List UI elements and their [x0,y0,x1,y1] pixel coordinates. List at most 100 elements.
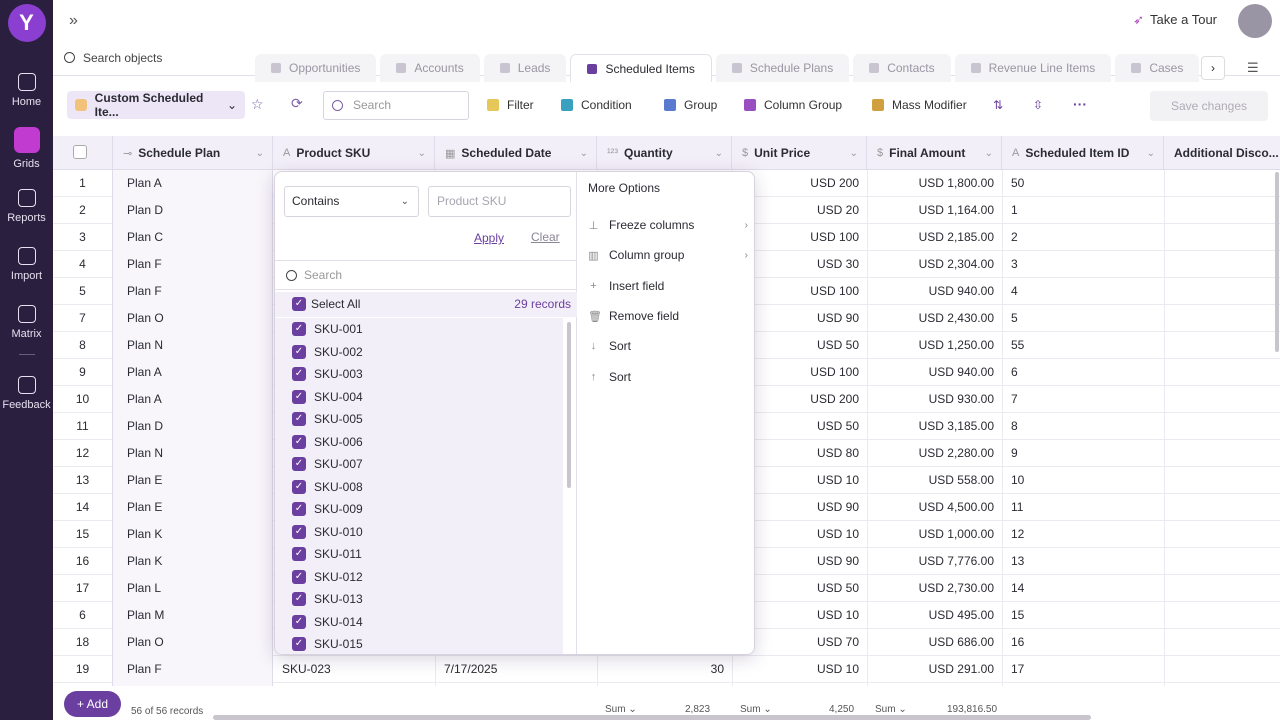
checkbox-checked-icon[interactable]: ✓ [292,322,306,336]
scheduled-item-id-cell[interactable]: 12 [1002,521,1164,548]
column-header-scheduled-item-id[interactable]: A Scheduled Item ID ⌄ [1002,136,1164,170]
chevron-down-icon[interactable]: ⌄ [715,148,723,159]
schedule-plan-cell[interactable]: Plan K [112,521,273,548]
column-group-button[interactable]: Column Group [744,98,842,112]
final-amount-cell[interactable]: USD 1,164.00 [867,197,1002,224]
final-amount-cell[interactable]: USD 2,185.00 [867,224,1002,251]
value-option[interactable]: ✓ SKU-002 [275,340,563,363]
vertical-scrollbar[interactable] [1275,172,1279,352]
row-height-icon[interactable]: ⇳ [1033,98,1043,112]
checkbox-checked-icon[interactable]: ✓ [292,547,306,561]
final-amount-cell[interactable]: USD 1,000.00 [867,521,1002,548]
schedule-plan-cell[interactable]: Plan A [112,170,273,197]
scheduled-item-id-cell[interactable]: 50 [1002,170,1164,197]
schedule-plan-cell[interactable]: Plan C [112,224,273,251]
checkbox-checked-icon[interactable]: ✓ [292,637,306,651]
value-option[interactable]: ✓ SKU-001 [275,318,563,341]
app-logo[interactable]: Y [7,4,46,42]
scheduled-item-id-cell[interactable]: 2 [1002,224,1164,251]
checkbox-checked-icon[interactable]: ✓ [292,569,306,584]
horizontal-scrollbar[interactable] [213,715,1091,720]
scheduled-item-id-cell[interactable]: 5 [1002,305,1164,332]
schedule-plan-cell[interactable]: Plan A [112,386,273,413]
scheduled-item-id-cell[interactable]: 6 [1002,359,1164,386]
add-record-button[interactable]: + Add [64,691,121,717]
schedule-plan-cell[interactable]: Plan F [112,251,273,278]
final-amount-cell[interactable]: USD 3,185.00 [867,413,1002,440]
column-header-additional-discount[interactable]: Additional Disco... [1164,136,1280,170]
final-amount-cell[interactable]: USD 2,304.00 [867,251,1002,278]
final-amount-cell[interactable]: USD 930.00 [867,386,1002,413]
schedule-plan-cell[interactable]: Plan E [112,467,273,494]
schedule-plan-cell[interactable]: Plan D [112,413,273,440]
checkbox-checked-icon[interactable]: ✓ [292,457,306,471]
final-amount-cell[interactable]: USD 940.00 [867,359,1002,386]
scheduled-date-cell[interactable]: 7/17/2025 [435,656,597,683]
remove-field-option[interactable]: 🗑 Remove field [588,305,748,327]
sidebar-item-grids[interactable]: Grids [0,120,53,176]
scheduled-item-id-cell[interactable]: 4 [1002,278,1164,305]
chevron-down-icon[interactable]: ⌄ [580,148,588,159]
insert-field-option[interactable]: + Insert field [588,275,748,297]
scheduled-item-id-cell[interactable]: 14 [1002,575,1164,602]
sidebar-item-home[interactable]: Home [0,62,53,118]
sidebar-item-feedback[interactable]: Feedback [0,365,53,421]
final-amount-cell[interactable]: USD 558.00 [867,467,1002,494]
value-option[interactable]: ✓ SKU-014 [275,610,563,633]
value-option[interactable]: ✓ SKU-004 [275,385,563,408]
final-amount-cell[interactable]: USD 2,730.00 [867,575,1002,602]
value-option[interactable]: ✓ SKU-009 [275,498,563,521]
value-option[interactable]: ✓ SKU-010 [275,520,563,543]
checkbox-checked-icon[interactable]: ✓ [292,344,306,359]
sort-icon[interactable]: ⇅ [993,98,1003,112]
filter-value-input[interactable]: Product SKU [428,186,571,217]
values-scrollbar[interactable] [567,322,571,488]
schedule-plan-cell[interactable]: Plan E [112,494,273,521]
column-header-scheduled-date[interactable]: ▦ Scheduled Date ⌄ [435,136,597,170]
chevron-down-icon[interactable]: ⌄ [1147,148,1155,159]
final-amount-cell[interactable]: USD 7,776.00 [867,548,1002,575]
scheduled-item-id-cell[interactable]: 55 [1002,332,1164,359]
value-option[interactable]: ✓ SKU-013 [275,588,563,611]
scheduled-item-id-cell[interactable]: 3 [1002,251,1164,278]
scheduled-item-id-cell[interactable]: 15 [1002,602,1164,629]
scheduled-item-id-cell[interactable]: 11 [1002,494,1164,521]
values-search-input[interactable]: Search [275,260,577,290]
unit-price-cell[interactable]: USD 10 [732,656,867,683]
checkbox-checked-icon[interactable]: ✓ [292,479,306,494]
final-amount-cell[interactable]: USD 686.00 [867,629,1002,656]
take-a-tour-button[interactable]: ➶ Take a Tour [1133,12,1217,28]
scheduled-item-id-cell[interactable]: 9 [1002,440,1164,467]
chevron-down-icon[interactable]: ⌄ [985,148,993,159]
apply-link[interactable]: Apply [474,231,504,245]
quantity-cell[interactable]: 30 [597,656,732,683]
checkbox-checked-icon[interactable]: ✓ [292,367,306,381]
column-header-schedule-plan[interactable]: ⊸ Schedule Plan ⌄ [112,136,273,170]
refresh-icon[interactable]: ⟳ [291,95,303,112]
checkbox-checked-icon[interactable]: ✓ [292,389,306,404]
checkbox-checked-icon[interactable]: ✓ [292,434,306,449]
sort-descending-option[interactable]: ↓ Sort [588,335,748,357]
freeze-columns-option[interactable]: ⊥ Freeze columns › [588,214,748,236]
select-all-rows-checkbox[interactable] [73,145,87,159]
checkbox-checked-icon[interactable]: ✓ [292,502,306,516]
column-header-product-sku[interactable]: A Product SKU ⌄ [273,136,435,170]
filter-button[interactable]: Filter [487,98,534,112]
value-option[interactable]: ✓ SKU-006 [275,430,563,453]
sum-selector-final-amount[interactable]: Sum ⌄ [875,704,907,715]
condition-button[interactable]: Condition [561,98,632,112]
final-amount-cell[interactable]: USD 1,800.00 [867,170,1002,197]
group-button[interactable]: Group [664,98,717,112]
final-amount-cell[interactable]: USD 1,250.00 [867,332,1002,359]
final-amount-cell[interactable]: USD 940.00 [867,278,1002,305]
expand-sidebar-icon[interactable]: » [69,12,78,30]
schedule-plan-cell[interactable]: Plan N [112,332,273,359]
schedule-plan-cell[interactable]: Plan F [112,278,273,305]
scheduled-item-id-cell[interactable]: 1 [1002,197,1164,224]
chevron-down-icon[interactable]: ⌄ [256,148,264,159]
schedule-plan-cell[interactable]: Plan N [112,440,273,467]
checkbox-checked-icon[interactable]: ✓ [292,592,306,606]
final-amount-cell[interactable]: USD 4,500.00 [867,494,1002,521]
checkbox-checked-icon[interactable]: ✓ [292,412,306,426]
sidebar-item-reports[interactable]: Reports [0,178,53,234]
